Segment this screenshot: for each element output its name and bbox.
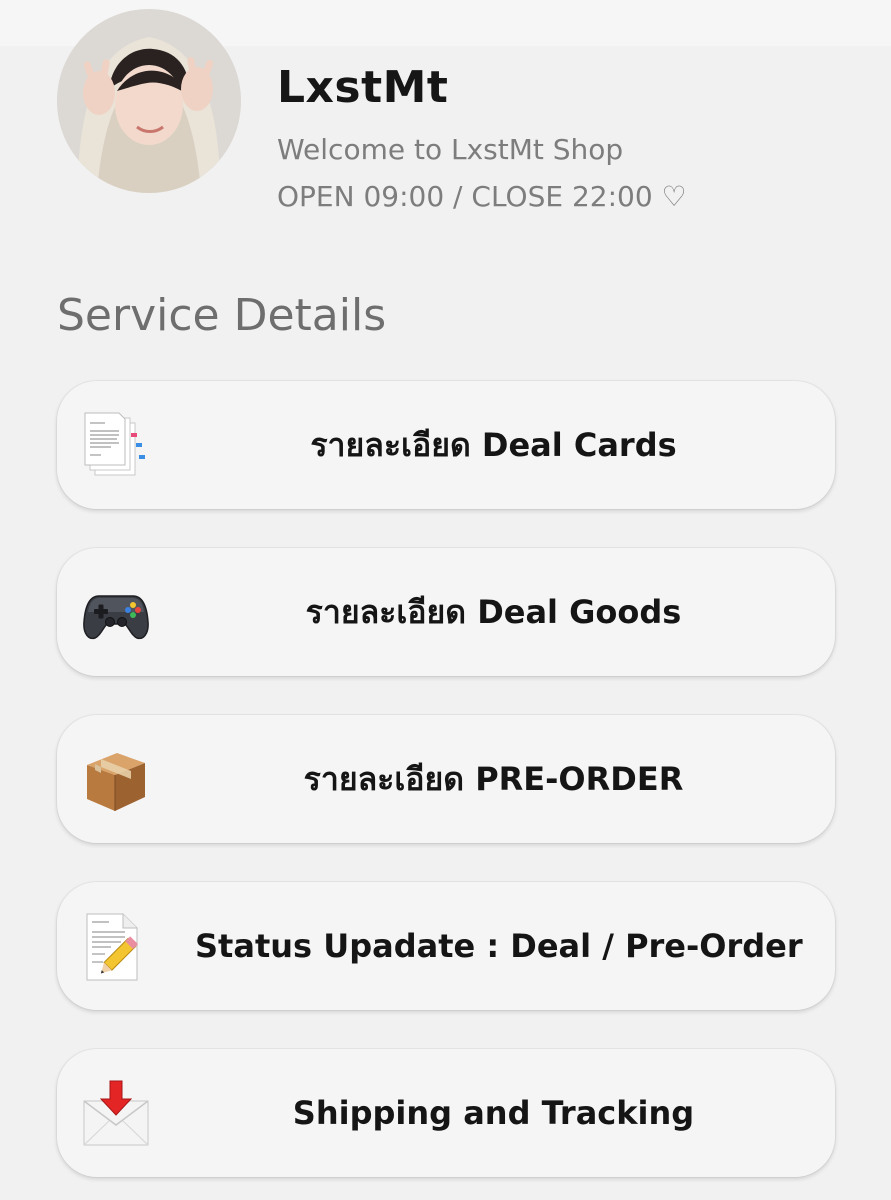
shop-hours-text: OPEN 09:00 / CLOSE 22:00 ♡ <box>277 180 687 213</box>
shipping-tracking-button[interactable]: Shipping and Tracking <box>57 1049 835 1177</box>
package-icon <box>81 745 151 815</box>
pre-order-button[interactable]: รายละเอียด PRE-ORDER <box>57 715 835 843</box>
avatar[interactable] <box>57 9 241 193</box>
service-label: รายละเอียด PRE-ORDER <box>303 759 684 798</box>
service-label: Shipping and Tracking <box>292 1094 695 1132</box>
incoming-envelope-icon <box>81 1079 151 1149</box>
documents-icon <box>81 411 151 481</box>
status-update-button[interactable]: Status Upadate : Deal / Pre-Order <box>57 882 835 1010</box>
service-label: Status Upadate : Deal / Pre-Order <box>195 927 803 965</box>
shop-page: LxstMt Welcome to LxstMt Shop OPEN 09:00… <box>0 0 891 1200</box>
service-label: รายละเอียด Deal Cards <box>310 425 677 464</box>
gamepad-icon <box>81 578 151 648</box>
shop-name: LxstMt <box>277 62 449 113</box>
memo-pencil-icon <box>81 912 151 982</box>
avatar-image <box>57 9 241 193</box>
service-label: รายละเอียด Deal Goods <box>305 592 682 631</box>
shop-welcome-text: Welcome to LxstMt Shop <box>277 133 624 166</box>
section-title: Service Details <box>57 290 387 341</box>
deal-goods-button[interactable]: รายละเอียด Deal Goods <box>57 548 835 676</box>
deal-cards-button[interactable]: รายละเอียด Deal Cards <box>57 381 835 509</box>
